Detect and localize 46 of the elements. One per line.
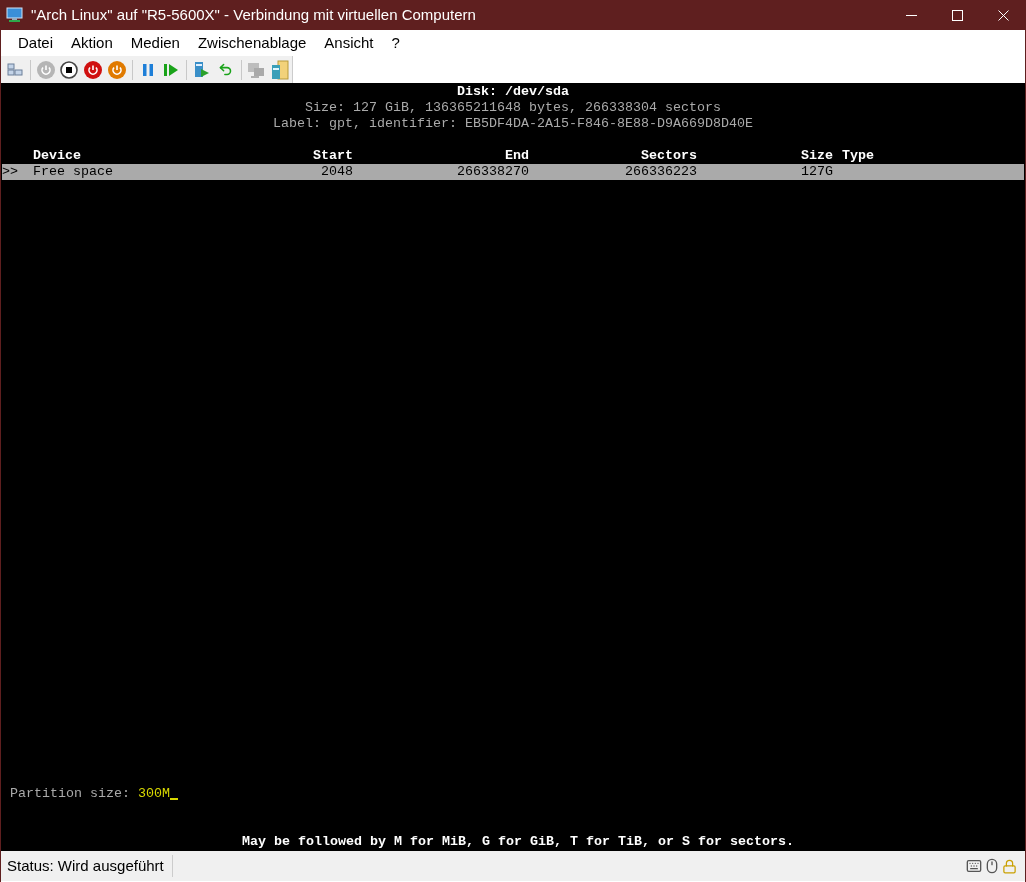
power-icon — [107, 60, 126, 79]
server-folder-icon — [271, 59, 290, 80]
menu-item[interactable]: Zwischenablage — [188, 31, 316, 55]
keyboard-keys-icon — [6, 62, 23, 77]
terminal-text: Disk: /dev/sda — [457, 84, 569, 100]
hint-text: May be followed by M for MiB, G for GiB, T for TiB, or S for sectors. — [241, 834, 794, 850]
column-header: Type — [842, 148, 874, 164]
column-header: End — [504, 148, 529, 164]
column-header: Sectors — [640, 148, 697, 164]
menu-item[interactable]: Aktion — [62, 31, 122, 55]
prompt-input[interactable]: 300M — [138, 786, 170, 802]
pause-icon — [141, 62, 154, 77]
column-header: Start — [312, 148, 353, 164]
column-header: Device — [33, 148, 82, 164]
keyboard-icon — [966, 858, 982, 874]
lock-icon — [1002, 858, 1017, 874]
server-play-icon — [192, 60, 211, 79]
mouse-icon — [984, 858, 1000, 874]
row-marker: >> — [2, 164, 19, 180]
power-icon — [84, 60, 103, 79]
power-icon — [36, 60, 55, 79]
partition-row[interactable]: >> Free space 2048 266338270 266336223 127G — [2, 164, 1024, 180]
undo-icon — [218, 62, 234, 77]
status-text: Status: Wird ausgeführt — [1, 854, 173, 878]
table-cell-text: 266338270 — [456, 164, 529, 180]
stop-icon — [60, 60, 79, 79]
table-cell-text: 2048 — [320, 164, 353, 180]
menu-item[interactable]: Medien — [121, 31, 189, 55]
menu-item[interactable]: ? — [382, 31, 409, 55]
monitor-icon — [6, 7, 23, 23]
monitors-icon — [247, 60, 266, 79]
text-cursor — [170, 798, 178, 800]
terminal-text: Size: 127 GiB, 136365211648 bytes, 266338304 sectors — [305, 100, 721, 116]
menu-item[interactable]: Datei — [9, 31, 63, 55]
column-header: Size — [801, 148, 834, 164]
terminal-text: Label: gpt, identifier: EB5DF4DA-2A15-F846-8E88-D9A669D8D40E — [273, 116, 753, 132]
table-cell-text: 266336223 — [624, 164, 697, 180]
menu-item[interactable]: Ansicht — [315, 31, 383, 55]
maximize-icon — [951, 9, 963, 21]
prompt-label: Partition size: — [10, 786, 131, 802]
table-cell-text: Free space — [33, 164, 114, 180]
minimize-icon — [905, 14, 917, 16]
table-cell-text: 127G — [801, 164, 834, 180]
close-icon — [997, 9, 1009, 21]
window-title: "Arch Linux" auf "R5-5600X" - Verbindung mit virtuellen Computern — [31, 4, 477, 25]
play-icon — [163, 62, 180, 77]
